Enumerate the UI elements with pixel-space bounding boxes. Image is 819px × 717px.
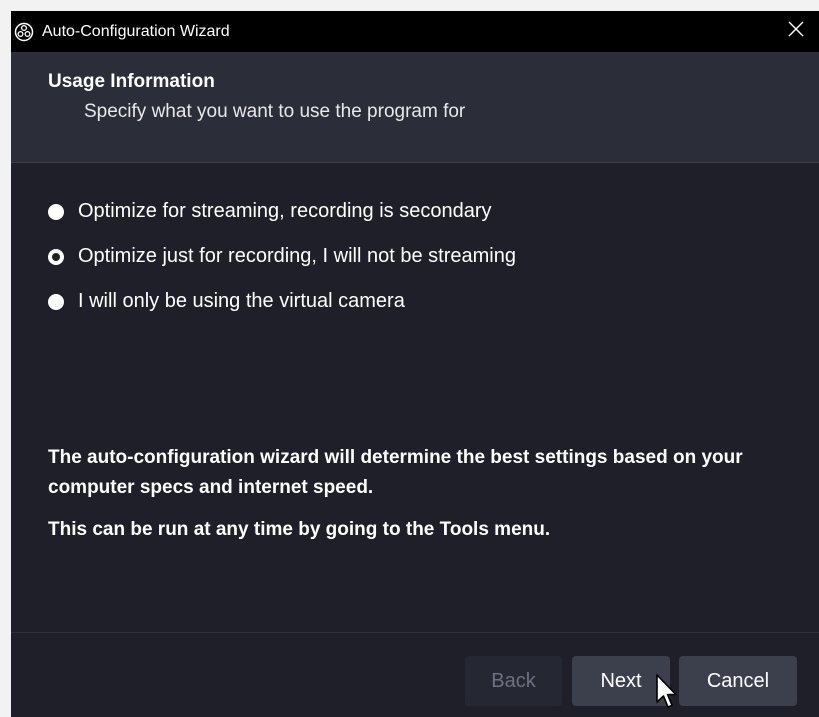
option-virtual-camera[interactable]: I will only be using the virtual camera [48,279,516,324]
page-title: Usage Information [48,71,215,92]
option-label: I will only be using the virtual camera [78,290,405,312]
info-text: The auto-configuration wizard will deter… [48,443,788,545]
back-button[interactable]: Back [465,656,562,706]
title-bar: Auto-Configuration Wizard [11,11,819,52]
close-button[interactable] [773,11,819,52]
radio-button-checked[interactable] [48,248,64,265]
close-icon [788,21,804,42]
info-description: The auto-configuration wizard will deter… [48,447,743,498]
option-recording[interactable]: Optimize just for recording, I will not … [48,234,516,279]
next-button[interactable]: Next [572,656,670,706]
wizard-window: Auto-Configuration Wizard Usage Informat… [11,11,819,717]
footer-divider [11,632,819,633]
obs-logo-icon [14,22,34,42]
info-tools-hint: This can be run at any time by going to … [48,519,551,540]
radio-button-unchecked[interactable] [48,293,64,310]
option-label: Optimize just for recording, I will not … [78,245,516,267]
window-title: Auto-Configuration Wizard [42,23,230,40]
option-streaming[interactable]: Optimize for streaming, recording is sec… [48,189,516,234]
wizard-header: Usage Information Specify what you want … [11,52,819,163]
option-label: Optimize for streaming, recording is sec… [78,200,492,222]
screen: Auto-Configuration Wizard Usage Informat… [0,0,819,717]
radio-button-unchecked[interactable] [48,203,64,220]
usage-options: Optimize for streaming, recording is sec… [48,189,516,324]
page-subtitle: Specify what you want to use the program… [84,101,466,122]
cancel-button[interactable]: Cancel [679,656,797,706]
